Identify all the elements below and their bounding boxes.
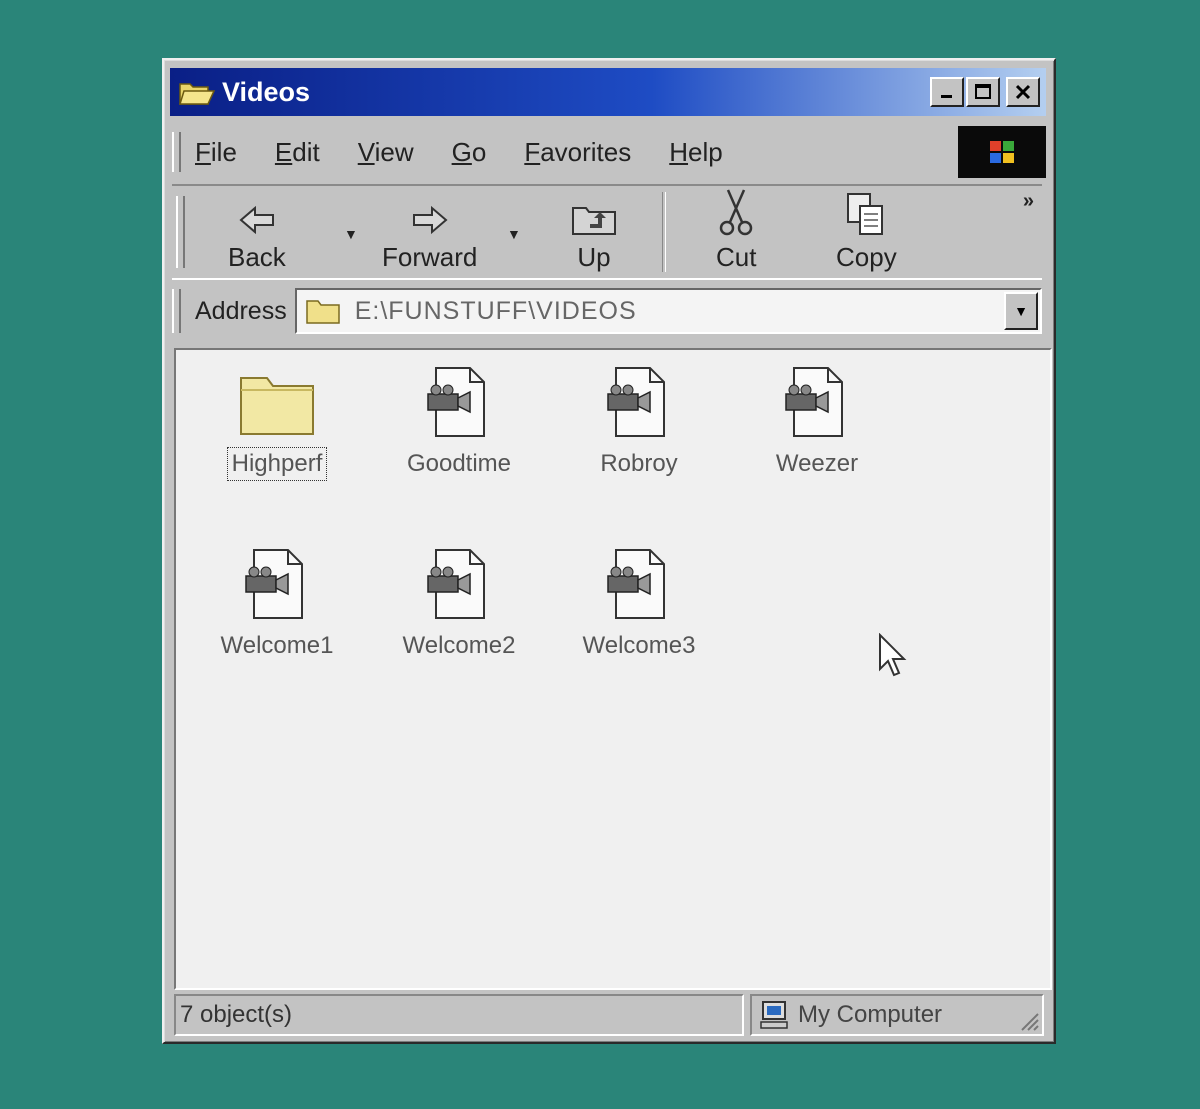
- file-list-view[interactable]: Highperf Goodtime Robroy Weezer Welcome1: [174, 348, 1052, 990]
- up-folder-icon: [570, 192, 618, 238]
- explorer-window: Videos File Edit View Go Favorites Help: [162, 58, 1056, 1044]
- menu-favorites[interactable]: Favorites: [524, 137, 631, 168]
- item-label: Welcome1: [220, 632, 334, 659]
- status-zone: My Computer: [750, 994, 1044, 1036]
- maximize-button[interactable]: [966, 77, 1000, 107]
- menu-go[interactable]: Go: [452, 137, 487, 168]
- video-file-item-welcome3[interactable]: Welcome3: [564, 540, 714, 662]
- video-file-item-robroy[interactable]: Robroy: [564, 358, 714, 480]
- folder-icon: [305, 297, 341, 325]
- cut-button[interactable]: Cut: [716, 189, 756, 273]
- status-zone-label: My Computer: [798, 1001, 943, 1028]
- video-file-icon: [244, 540, 310, 620]
- menu-help[interactable]: Help: [669, 137, 722, 168]
- video-file-item-welcome2[interactable]: Welcome2: [384, 540, 534, 662]
- video-file-item-weezer[interactable]: Weezer: [742, 358, 892, 480]
- minimize-icon: [941, 95, 952, 98]
- item-label: Goodtime: [406, 450, 512, 477]
- address-dropdown-button[interactable]: ▼: [1004, 292, 1038, 330]
- scissors-icon: [716, 189, 756, 238]
- menu-edit[interactable]: Edit: [275, 137, 320, 168]
- menu-bar: File Edit View Go Favorites Help: [172, 126, 932, 178]
- back-button[interactable]: Back: [228, 192, 286, 273]
- menu-grip[interactable]: [172, 132, 181, 172]
- resize-grip-icon[interactable]: [1016, 1008, 1040, 1032]
- address-value: E:\FUNSTUFF\VIDEOS: [354, 296, 637, 325]
- my-computer-icon: [760, 1000, 790, 1030]
- address-bar: Address E:\FUNSTUFF\VIDEOS ▼: [172, 282, 1042, 340]
- toolbar-separator: [662, 192, 666, 272]
- toolbar-grip[interactable]: [176, 196, 185, 268]
- video-file-icon: [606, 358, 672, 438]
- item-label: Robroy: [600, 450, 678, 477]
- standard-toolbar: Back ▼ Forward ▼ Up Cut Copy »: [172, 184, 1042, 280]
- menu-file[interactable]: File: [195, 137, 237, 168]
- back-dropdown-arrow[interactable]: ▼: [344, 226, 358, 242]
- minimize-button[interactable]: [930, 77, 964, 107]
- status-bar: 7 object(s) My Computer: [174, 994, 1044, 1036]
- address-grip[interactable]: [172, 289, 181, 333]
- address-label: Address: [195, 296, 287, 325]
- video-file-item-welcome1[interactable]: Welcome1: [202, 540, 352, 662]
- folder-item-highperf[interactable]: Highperf: [202, 358, 352, 481]
- forward-arrow-icon: [410, 192, 450, 238]
- forward-dropdown-arrow[interactable]: ▼: [507, 226, 521, 242]
- item-label: Welcome2: [402, 632, 516, 659]
- video-file-icon: [426, 358, 492, 438]
- close-button[interactable]: [1006, 77, 1040, 107]
- folder-icon: [237, 358, 317, 438]
- copy-button[interactable]: Copy: [836, 192, 897, 273]
- item-label: Highperf: [226, 447, 328, 481]
- item-label: Welcome3: [582, 632, 696, 659]
- maximize-icon: [975, 84, 991, 99]
- windows-logo: [958, 126, 1046, 178]
- back-arrow-icon: [237, 192, 277, 238]
- forward-button[interactable]: Forward: [382, 192, 477, 273]
- windows-flag-icon: [990, 141, 1014, 163]
- copy-icon: [844, 192, 888, 238]
- dropdown-arrow-icon: ▼: [1014, 303, 1028, 319]
- video-file-item-goodtime[interactable]: Goodtime: [384, 358, 534, 480]
- status-object-count: 7 object(s): [174, 994, 744, 1036]
- item-label: Weezer: [775, 450, 859, 477]
- video-file-icon: [784, 358, 850, 438]
- video-file-icon: [426, 540, 492, 620]
- up-button[interactable]: Up: [570, 192, 618, 273]
- title-bar[interactable]: Videos: [170, 68, 1046, 116]
- close-icon: [1015, 84, 1031, 100]
- video-file-icon: [606, 540, 672, 620]
- folder-open-icon: [178, 78, 216, 106]
- toolbar-more-chevron[interactable]: »: [1023, 190, 1034, 213]
- address-input[interactable]: E:\FUNSTUFF\VIDEOS ▼: [294, 288, 1042, 334]
- window-title: Videos: [222, 76, 311, 107]
- mouse-pointer-icon: [878, 632, 908, 684]
- menu-view[interactable]: View: [358, 137, 414, 168]
